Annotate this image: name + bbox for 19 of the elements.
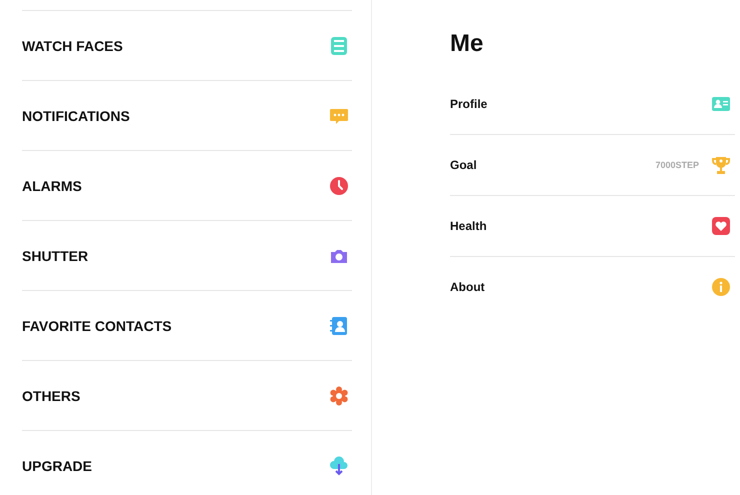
page-title: Me — [450, 30, 484, 59]
clock-icon — [329, 176, 349, 196]
menu-label[interactable]: Goal — [450, 158, 656, 172]
menu-label[interactable]: Health — [450, 219, 711, 233]
setting-label[interactable]: UPGRADE — [22, 458, 92, 474]
id-card-icon — [711, 94, 731, 114]
setting-label[interactable]: SHUTTER — [22, 248, 88, 264]
goal-value: 7000STEP — [655, 160, 699, 170]
menu-label[interactable]: About — [450, 280, 711, 294]
setting-label[interactable]: WATCH FACES — [22, 38, 123, 54]
menu-label[interactable]: Profile — [450, 97, 711, 111]
setting-label[interactable]: FAVORITE CONTACTS — [22, 318, 172, 334]
setting-label[interactable]: NOTIFICATIONS — [22, 108, 130, 124]
contact-book-icon — [329, 316, 349, 336]
info-icon — [711, 277, 731, 297]
setting-label[interactable]: ALARMS — [22, 178, 82, 194]
setting-label[interactable]: OTHERS — [22, 388, 80, 404]
cloud-download-icon — [329, 456, 349, 476]
trophy-icon — [711, 155, 731, 175]
